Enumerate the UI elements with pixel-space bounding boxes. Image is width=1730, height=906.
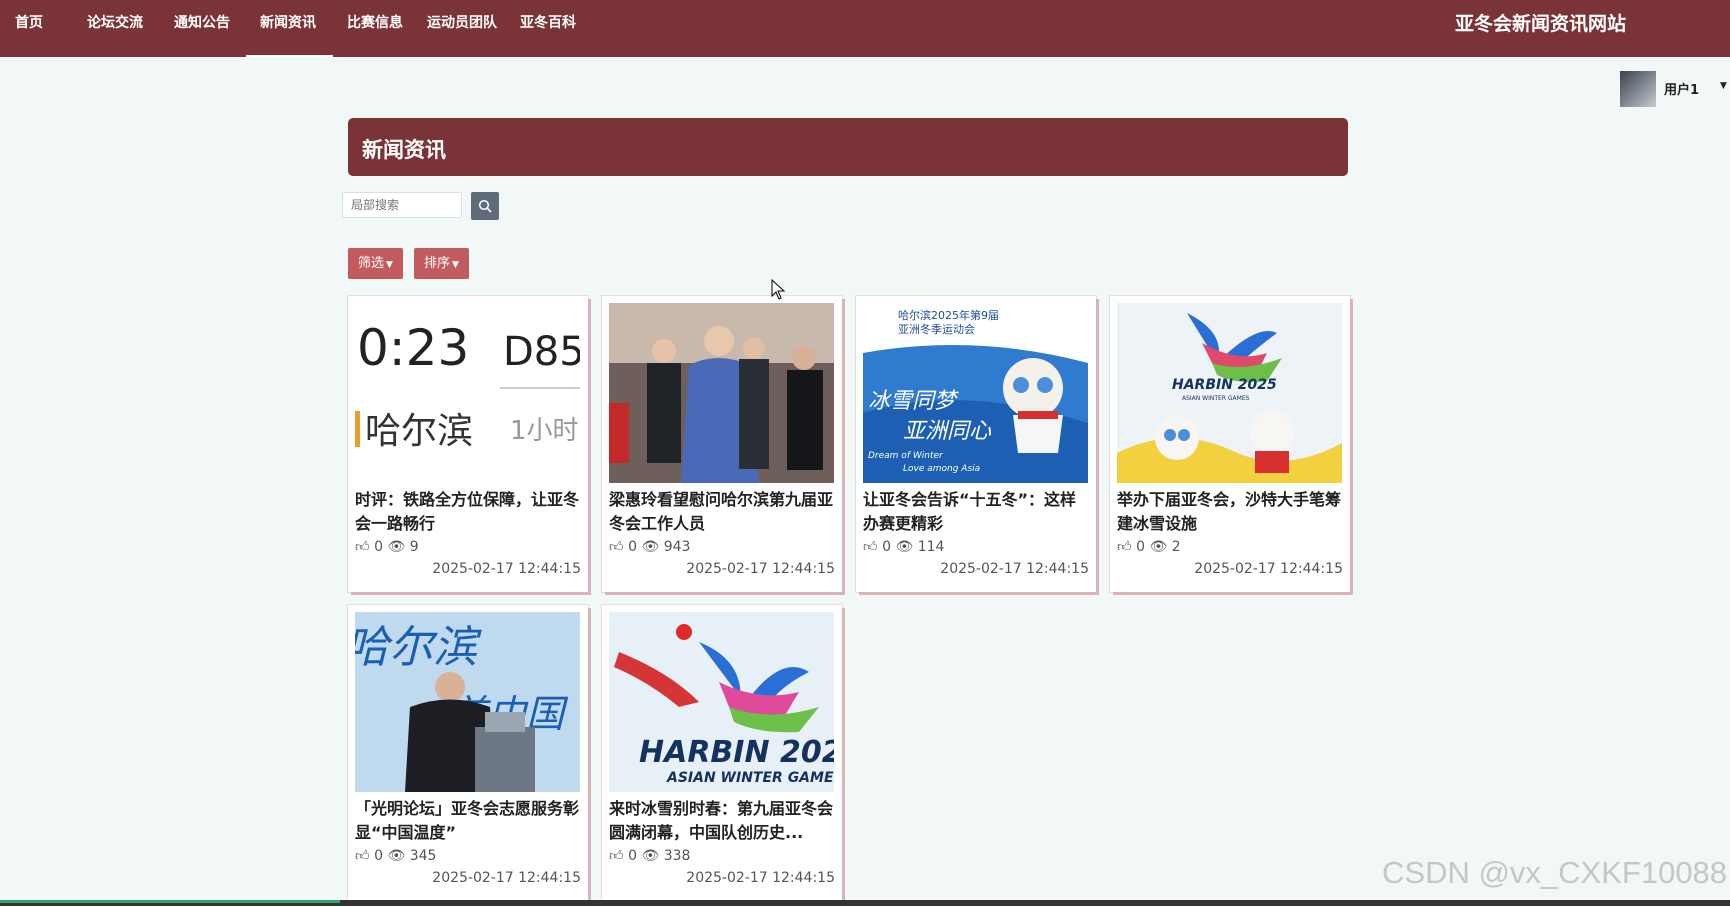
top-nav-bar: 首页 论坛交流 通知公告 新闻资讯 比赛信息 运动员团队 亚冬百科 亚冬会新闻资… xyxy=(0,0,1730,57)
news-card[interactable]: 哈尔滨2025年第9届 亚洲冬季运动会 冰雪同梦 亚洲同心 Dream of W… xyxy=(856,296,1096,592)
news-stats: 👍︎ 0 👁︎ 338 xyxy=(609,847,691,865)
news-image: 哈尔滨2025年第9届 亚洲冬季运动会 冰雪同梦 亚洲同心 Dream of W… xyxy=(863,303,1088,483)
view-count: 345 xyxy=(409,847,437,864)
news-card[interactable]: HARBIN 2025 ASIAN WINTER GAMES 举办下届亚冬会，沙… xyxy=(1110,296,1350,592)
eye-icon: 👁︎ xyxy=(387,847,406,864)
eye-icon: 👁︎ xyxy=(387,538,406,555)
news-title[interactable]: 梁惠玲看望慰问哈尔滨第九届亚冬会工作人员 xyxy=(609,488,834,536)
thumbs-up-icon[interactable]: 👍︎ xyxy=(609,538,624,555)
news-stats: 👍︎ 0 👁︎ 943 xyxy=(609,538,691,556)
nav-competitions[interactable]: 比赛信息 xyxy=(347,12,403,32)
image-logo: HARBIN 2025 xyxy=(1172,377,1277,393)
sort-label: 排序 xyxy=(424,256,451,271)
eye-icon: 👁︎ xyxy=(895,538,914,555)
image-city: 哈尔滨 xyxy=(365,411,473,452)
chevron-down-icon[interactable]: ▼ xyxy=(1720,81,1727,91)
news-image: 0:23 D853 哈尔滨 1小时9 xyxy=(355,303,580,483)
news-card[interactable]: 哈尔滨 美中国 「光明论坛」亚冬会志愿服务彰显“中国温度” 👍︎ 0 👁︎ 34… xyxy=(348,605,588,901)
image-time: 0:23 xyxy=(357,319,469,377)
news-title[interactable]: 让亚冬会告诉“十五冬”：这样办赛更精彩 xyxy=(863,488,1088,536)
image-header-1: 哈尔滨2025年第9届 xyxy=(898,308,999,322)
watermark: CSDN @vx_CXKF10088 xyxy=(1382,855,1728,890)
nav-home[interactable]: 首页 xyxy=(15,12,43,32)
chevron-down-icon: ▼ xyxy=(386,260,393,270)
image-header-2: 亚洲冬季运动会 xyxy=(898,322,975,336)
news-image: 哈尔滨 美中国 xyxy=(355,612,580,792)
search-input[interactable] xyxy=(342,192,462,218)
avatar[interactable] xyxy=(1620,71,1656,107)
image-train: D853 xyxy=(503,329,580,375)
news-date: 2025-02-17 12:44:15 xyxy=(686,870,835,886)
news-stats: 👍︎ 0 👁︎ 2 xyxy=(1117,538,1181,556)
like-count: 0 xyxy=(882,538,892,555)
news-title[interactable]: 「光明论坛」亚冬会志愿服务彰显“中国温度” xyxy=(355,797,580,845)
news-card[interactable]: 0:23 D853 哈尔滨 1小时9 时评：铁路全方位保障，让亚冬会一路畅行 👍… xyxy=(348,296,588,592)
news-image xyxy=(609,303,834,483)
view-count: 114 xyxy=(917,538,945,555)
user-name: 用户1 xyxy=(1664,83,1700,98)
image-sub: ASIAN WINTER GAMES xyxy=(666,770,834,786)
thumbs-up-icon[interactable]: 👍︎ xyxy=(609,847,624,864)
news-date: 2025-02-17 12:44:15 xyxy=(432,870,581,886)
search-button[interactable] xyxy=(471,192,499,220)
nav-athletes[interactable]: 运动员团队 xyxy=(427,12,497,32)
nav-news[interactable]: 新闻资讯 xyxy=(260,12,316,32)
view-count: 338 xyxy=(663,847,691,864)
thumbs-up-icon[interactable]: 👍︎ xyxy=(1117,538,1132,555)
image-en-1: Dream of Winter xyxy=(868,451,944,461)
like-count: 0 xyxy=(1136,538,1146,555)
filter-button[interactable]: 筛选 ▼ xyxy=(348,248,403,279)
chevron-down-icon: ▼ xyxy=(452,260,459,270)
nav-forum[interactable]: 论坛交流 xyxy=(87,12,143,32)
view-count: 943 xyxy=(663,538,691,555)
news-stats: 👍︎ 0 👁︎ 345 xyxy=(355,847,437,865)
filter-label: 筛选 xyxy=(358,256,385,271)
page-header: 新闻资讯 xyxy=(348,118,1348,176)
view-count: 9 xyxy=(409,538,419,555)
nav-active-indicator xyxy=(246,55,333,57)
news-date: 2025-02-17 12:44:15 xyxy=(686,561,835,577)
news-date: 2025-02-17 12:44:15 xyxy=(940,561,1089,577)
page-load-progress xyxy=(0,900,340,903)
thumbs-up-icon[interactable]: 👍︎ xyxy=(355,847,370,864)
image-logo: HARBIN 2025 xyxy=(639,735,834,770)
news-stats: 👍︎ 0 👁︎ 9 xyxy=(355,538,419,556)
news-date: 2025-02-17 12:44:15 xyxy=(1194,561,1343,577)
eye-icon: 👁︎ xyxy=(641,847,660,864)
image-slogan-1: 冰雪同梦 xyxy=(868,389,959,414)
nav-encyclopedia[interactable]: 亚冬百科 xyxy=(520,12,576,32)
eye-icon: 👁︎ xyxy=(641,538,660,555)
news-date: 2025-02-17 12:44:15 xyxy=(432,561,581,577)
search-icon xyxy=(478,199,492,213)
site-title: 亚冬会新闻资讯网站 xyxy=(1455,13,1627,35)
image-en-2: Love among Asia xyxy=(903,464,980,474)
image-slogan-2: 亚洲同心 xyxy=(903,419,992,444)
news-image: HARBIN 2025 ASIAN WINTER GAMES xyxy=(609,612,834,792)
eye-icon: 👁︎ xyxy=(1149,538,1168,555)
view-count: 2 xyxy=(1171,538,1181,555)
news-stats: 👍︎ 0 👁︎ 114 xyxy=(863,538,945,556)
thumbs-up-icon[interactable]: 👍︎ xyxy=(863,538,878,555)
news-image: HARBIN 2025 ASIAN WINTER GAMES xyxy=(1117,303,1342,483)
image-back-1: 哈尔滨 xyxy=(355,622,482,673)
like-count: 0 xyxy=(628,538,638,555)
page-title: 新闻资讯 xyxy=(362,138,446,162)
like-count: 0 xyxy=(374,538,384,555)
mouse-cursor-icon xyxy=(771,279,785,300)
news-card[interactable]: 梁惠玲看望慰问哈尔滨第九届亚冬会工作人员 👍︎ 0 👁︎ 943 2025-02… xyxy=(602,296,842,592)
news-title[interactable]: 来时冰雪别时春：第九届亚冬会圆满闭幕，中国队创历史... xyxy=(609,797,834,845)
sort-button[interactable]: 排序 ▼ xyxy=(414,248,469,279)
like-count: 0 xyxy=(374,847,384,864)
news-title[interactable]: 举办下届亚冬会，沙特大手笔筹建冰雪设施 xyxy=(1117,488,1342,536)
image-duration: 1小时9 xyxy=(510,416,580,446)
thumbs-up-icon[interactable]: 👍︎ xyxy=(355,538,370,555)
image-sub: ASIAN WINTER GAMES xyxy=(1182,395,1250,402)
nav-notices[interactable]: 通知公告 xyxy=(174,12,230,32)
like-count: 0 xyxy=(628,847,638,864)
news-card[interactable]: HARBIN 2025 ASIAN WINTER GAMES 来时冰雪别时春：第… xyxy=(602,605,842,901)
news-title[interactable]: 时评：铁路全方位保障，让亚冬会一路畅行 xyxy=(355,488,580,536)
